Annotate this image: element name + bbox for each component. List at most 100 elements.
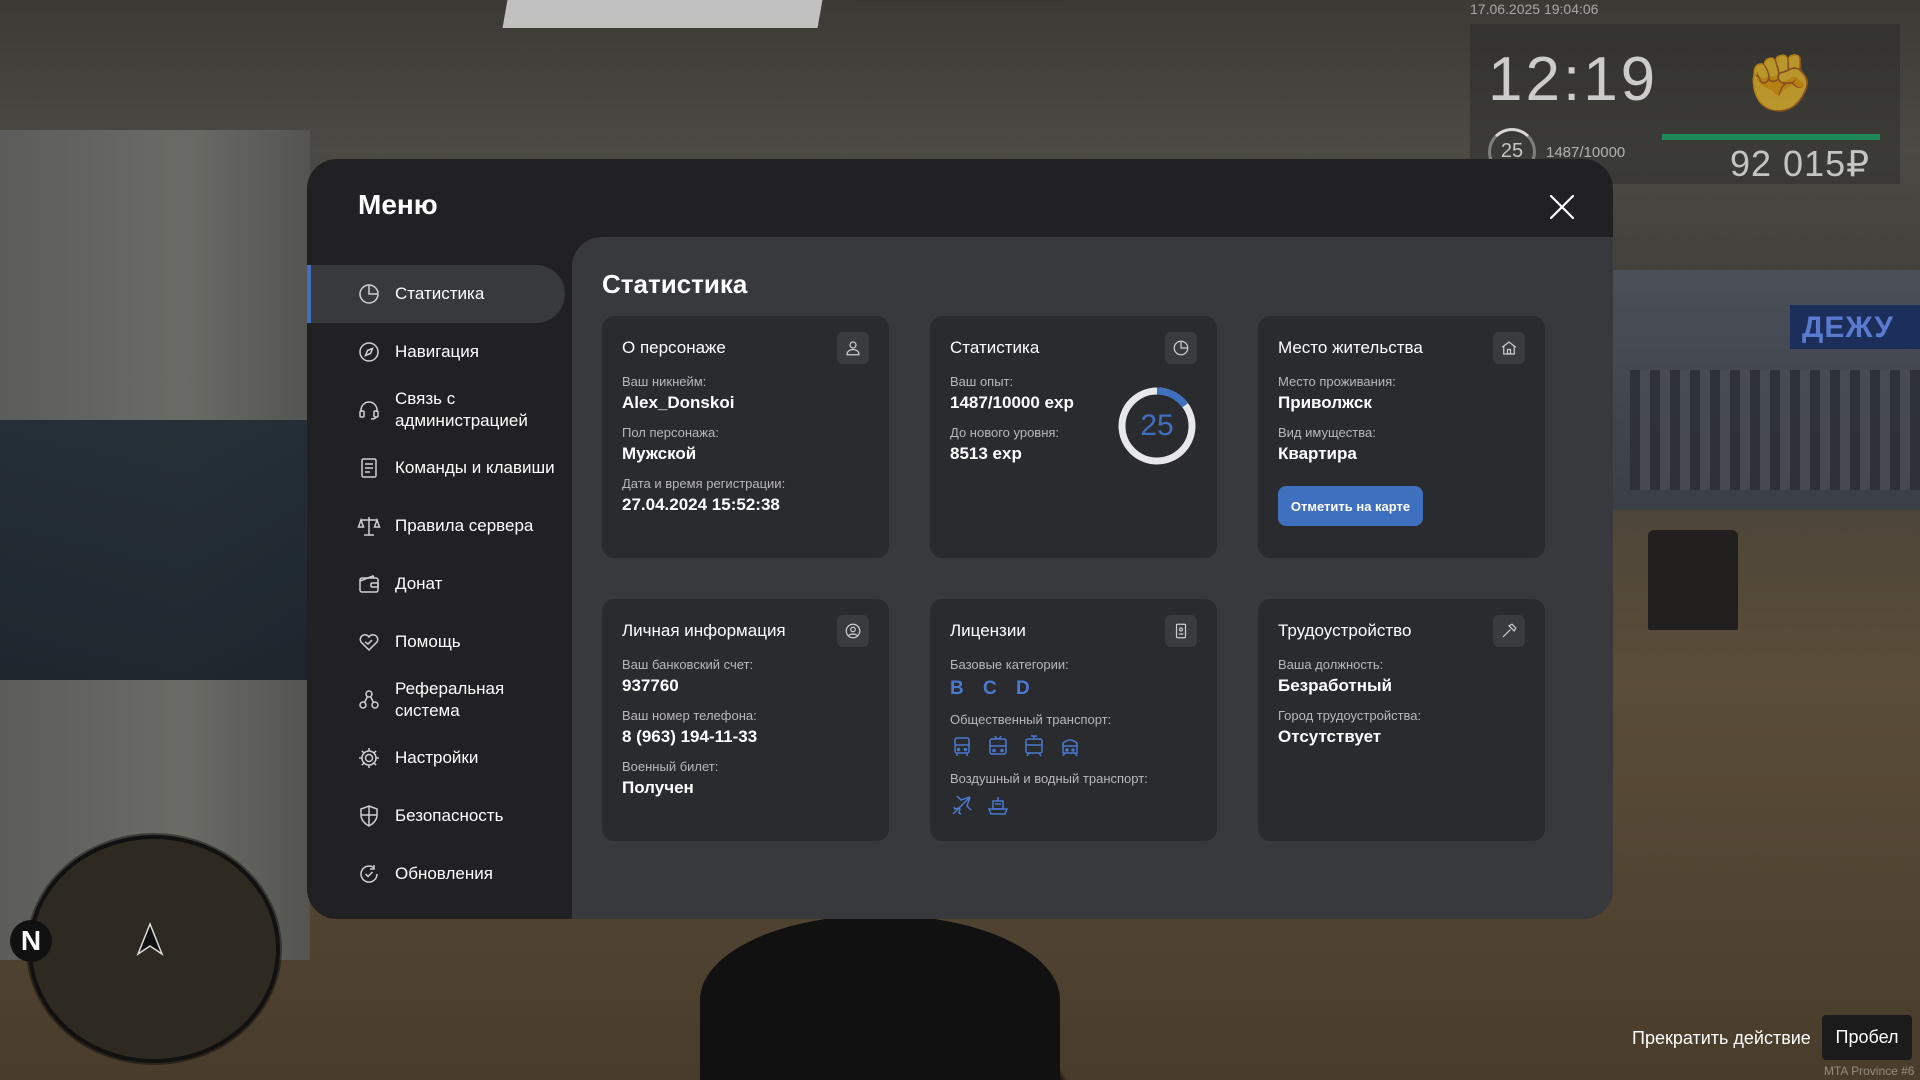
player-arrow-icon bbox=[136, 921, 164, 961]
character-card: О персонаже Ваш никнейм: Alex_Donskoi По… bbox=[602, 316, 889, 558]
hud-money: 92 015₽ bbox=[1730, 143, 1871, 184]
field-label: Место проживания: bbox=[1278, 374, 1396, 389]
menu-modal: Меню Статистика Навигация Связь с админи… bbox=[307, 159, 1613, 919]
nav-label: Обновления bbox=[395, 864, 493, 883]
mark-on-map-button[interactable]: Отметить на карте bbox=[1278, 486, 1423, 526]
nav-item-security[interactable]: Безопасность bbox=[307, 787, 565, 845]
hud-health-bar bbox=[1662, 134, 1880, 140]
player-character-shadow bbox=[700, 915, 1060, 1080]
license-category-d: D bbox=[1016, 678, 1032, 699]
background-info-window bbox=[1630, 370, 1920, 490]
menu-sidebar: Статистика Навигация Связь с администрац… bbox=[307, 265, 565, 903]
nav-label: Статистика bbox=[395, 284, 485, 303]
user-icon bbox=[837, 332, 869, 364]
menu-title: Меню bbox=[358, 189, 438, 220]
field-label: Вид имущества: bbox=[1278, 425, 1376, 440]
card-title: О персонаже bbox=[622, 338, 726, 357]
nav-item-statistics[interactable]: Статистика bbox=[307, 265, 565, 323]
field-label: Ваша должность: bbox=[1278, 657, 1384, 672]
background-chair bbox=[1648, 530, 1738, 630]
air-water-transport-icons bbox=[950, 794, 1197, 818]
level-value: 25 bbox=[1140, 409, 1174, 442]
card-title: Статистика bbox=[950, 338, 1040, 357]
phone-value: 8 (963) 194-11-33 bbox=[622, 727, 758, 746]
hud-datetime: 17.06.2025 19:04:06 bbox=[1470, 1, 1599, 17]
property-type-value: Квартира bbox=[1278, 444, 1357, 463]
field-label: Город трудоустройства: bbox=[1278, 708, 1422, 723]
field-label: Воздушный и водный транспорт: bbox=[950, 771, 1148, 786]
id-card-icon bbox=[1165, 615, 1197, 647]
train-icon bbox=[1062, 739, 1078, 757]
field-label: Военный билет: bbox=[622, 759, 719, 774]
card-title: Место жительства bbox=[1278, 338, 1423, 357]
background-wall-strip bbox=[0, 420, 310, 680]
nav-item-navigation[interactable]: Навигация bbox=[307, 323, 565, 381]
nav-item-server-rules[interactable]: Правила сервера bbox=[307, 497, 565, 555]
nav-item-commands[interactable]: Команды и клавиши bbox=[307, 439, 565, 497]
minimap-north-badge: N bbox=[10, 920, 52, 962]
people-network-icon bbox=[357, 688, 381, 712]
compass-icon bbox=[357, 340, 381, 364]
refresh-check-icon bbox=[357, 862, 381, 886]
document-list-icon bbox=[357, 456, 381, 480]
content-panel: Статистика О персонаже Ваш никнейм: Alex… bbox=[572, 237, 1613, 919]
bank-account-value: 937760 bbox=[622, 676, 679, 695]
nav-label: Безопасность bbox=[395, 806, 504, 825]
headset-icon bbox=[357, 398, 381, 422]
registration-date-value: 27.04.2024 15:52:38 bbox=[622, 495, 780, 514]
field-label: Базовые категории: bbox=[950, 657, 1069, 672]
fist-icon: ✊ bbox=[1745, 51, 1815, 114]
tram-icon bbox=[1025, 735, 1043, 757]
scales-icon bbox=[357, 514, 381, 538]
hammer-icon bbox=[1493, 615, 1525, 647]
nickname-value: Alex_Donskoi bbox=[622, 393, 735, 412]
card-title: Личная информация bbox=[622, 621, 786, 640]
gender-value: Мужской bbox=[622, 444, 697, 463]
background-sign: ДЕЖУ bbox=[1790, 305, 1920, 349]
nav-item-referral[interactable]: Реферальная система bbox=[307, 671, 565, 729]
field-label: Ваш банковский счет: bbox=[622, 657, 754, 672]
licenses-card: Лицензии Базовые категории: B C D Общест… bbox=[930, 599, 1217, 841]
content-title: Статистика bbox=[602, 269, 748, 299]
job-position-value: Безработный bbox=[1278, 676, 1392, 695]
stop-action-label: Прекратить действие bbox=[1632, 1028, 1811, 1048]
military-id-value: Получен bbox=[622, 778, 694, 797]
heart-handshake-icon bbox=[357, 630, 381, 654]
space-key-badge[interactable]: Пробел bbox=[1822, 1015, 1912, 1060]
nav-item-settings[interactable]: Настройки bbox=[307, 729, 565, 787]
nav-label: Донат bbox=[395, 574, 443, 593]
public-transport-icons bbox=[950, 735, 1197, 759]
pie-chart-icon bbox=[357, 282, 381, 306]
personal-info-card: Личная информация Ваш банковский счет: 9… bbox=[602, 599, 889, 841]
ceiling-light bbox=[502, 0, 823, 28]
wallet-icon bbox=[357, 572, 381, 596]
job-city-value: Отсутствует bbox=[1278, 727, 1382, 746]
pie-chart-icon bbox=[1165, 332, 1197, 364]
statistics-card: Статистика Ваш опыт: 1487/10000 exp До н… bbox=[930, 316, 1217, 558]
nav-label: Команды и клавиши bbox=[395, 458, 555, 477]
employment-card: Трудоустройство Ваша должность: Безработ… bbox=[1258, 599, 1545, 841]
nav-label: Помощь bbox=[395, 632, 461, 651]
user-circle-icon bbox=[837, 615, 869, 647]
close-button[interactable] bbox=[1547, 192, 1577, 222]
license-category-c: C bbox=[983, 678, 999, 699]
nav-item-updates[interactable]: Обновления bbox=[307, 845, 565, 903]
bus-icon bbox=[954, 737, 970, 756]
house-icon bbox=[1493, 332, 1525, 364]
residence-card: Место жительства Место проживания: Приво… bbox=[1258, 316, 1545, 558]
nav-label: Связь с администрацией bbox=[395, 389, 528, 430]
nav-label: Настройки bbox=[395, 748, 479, 767]
hud-time: 12:19 bbox=[1488, 45, 1659, 114]
card-title: Лицензии bbox=[950, 621, 1026, 640]
nav-item-help[interactable]: Помощь bbox=[307, 613, 565, 671]
field-label: Ваш никнейм: bbox=[622, 374, 707, 389]
nav-item-donate[interactable]: Донат bbox=[307, 555, 565, 613]
field-label: Пол персонажа: bbox=[622, 425, 719, 440]
field-label: Ваш номер телефона: bbox=[622, 708, 757, 723]
license-category-b: B bbox=[950, 678, 966, 699]
nav-item-admin-contact[interactable]: Связь с администрацией bbox=[307, 381, 565, 439]
boat-icon bbox=[987, 797, 1009, 815]
nav-label: Навигация bbox=[395, 342, 479, 361]
trolleybus-icon bbox=[989, 735, 1007, 755]
server-watermark: MTA Province #6 bbox=[1824, 1064, 1915, 1078]
